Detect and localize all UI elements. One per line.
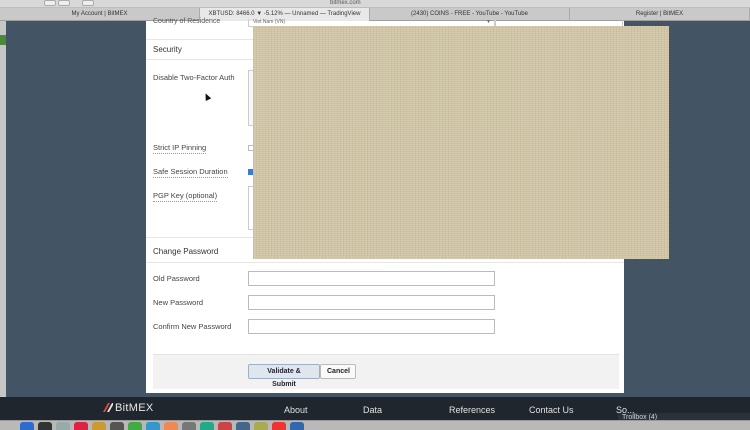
pgp-key-label: PGP Key (optional)	[153, 191, 218, 202]
footer-link-references[interactable]: References	[449, 405, 495, 415]
new-password-label: New Password	[153, 298, 204, 307]
section-divider	[146, 262, 624, 263]
dock-app-icon[interactable]	[92, 422, 106, 430]
dock-app-icon[interactable]	[128, 422, 142, 430]
dock-app-icon[interactable]	[146, 422, 160, 430]
dock-app-icon[interactable]	[164, 422, 178, 430]
validate-submit-button[interactable]: Validate & Submit	[248, 364, 320, 388]
dock-app-icon[interactable]	[218, 422, 232, 430]
confirm-password-label: Confirm New Password	[153, 322, 232, 331]
footer-link-data[interactable]: Data	[363, 405, 382, 415]
bitmex-logo[interactable]: BitMEX	[103, 402, 153, 414]
os-dock	[0, 420, 750, 430]
cancel-button[interactable]: Cancel	[320, 364, 356, 379]
form-actions-bar: Validate & Submit Cancel	[153, 354, 619, 389]
footer-link-about[interactable]: About	[284, 405, 308, 415]
confirm-password-input[interactable]	[248, 319, 495, 334]
footer-link-contact[interactable]: Contact Us	[529, 405, 574, 415]
obscuring-overlay-panel	[253, 26, 669, 259]
dock-app-icon[interactable]	[182, 422, 196, 430]
old-password-label: Old Password	[153, 274, 200, 283]
dock-finder-icon[interactable]	[20, 422, 34, 430]
country-label: Country of Residence	[153, 18, 221, 25]
dock-app-icon[interactable]	[38, 422, 52, 430]
ip-pinning-label: Strict IP Pinning	[153, 143, 207, 154]
dock-app-icon[interactable]	[56, 422, 70, 430]
dock-app-icon[interactable]	[110, 422, 124, 430]
security-section-title: Security	[153, 45, 182, 54]
dock-app-icon[interactable]	[200, 422, 214, 430]
left-window-edge	[0, 21, 6, 397]
old-password-input[interactable]	[248, 271, 495, 286]
forward-button[interactable]	[58, 0, 70, 6]
change-password-title: Change Password	[153, 247, 219, 256]
new-password-input[interactable]	[248, 295, 495, 310]
back-button[interactable]	[44, 0, 56, 6]
dock-app-icon[interactable]	[290, 422, 304, 430]
bitmex-logo-icon	[103, 403, 113, 412]
country-select-value: Viet Nam (VN)	[253, 19, 286, 25]
os-menu-bar: bitmex.com	[0, 0, 750, 8]
window-indicator	[0, 35, 6, 45]
bitmex-logo-text: BitMEX	[115, 402, 154, 414]
address-bar-url[interactable]: bitmex.com	[330, 0, 361, 7]
dock-app-icon[interactable]	[74, 422, 88, 430]
dock-app-icon[interactable]	[254, 422, 268, 430]
dock-app-icon[interactable]	[236, 422, 250, 430]
chevron-down-icon: ▼	[486, 19, 491, 25]
sidebar-toggle-button[interactable]	[82, 0, 94, 6]
tfa-label: Disable Two-Factor Auth	[153, 73, 235, 82]
session-duration-label: Safe Session Duration	[153, 167, 228, 178]
dock-app-icon[interactable]	[272, 422, 286, 430]
